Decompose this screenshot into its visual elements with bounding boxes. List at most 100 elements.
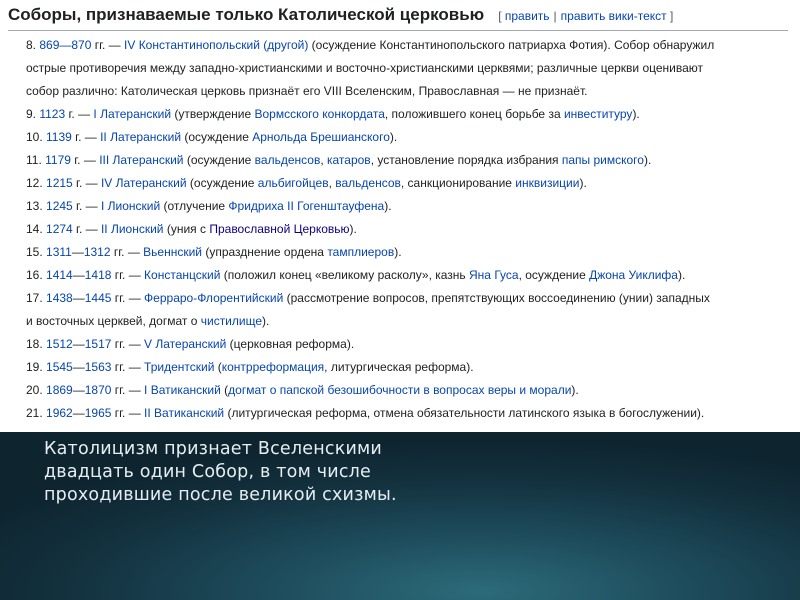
council-link[interactable]: тамплиеров bbox=[327, 245, 394, 259]
council-link[interactable]: 1274 bbox=[46, 222, 73, 236]
council-link[interactable]: инвеституру bbox=[564, 107, 632, 121]
council-line: острые противоречия между западно-христи… bbox=[26, 57, 788, 80]
council-line: 19. 1545—1563 гг. — Тридентский (контрре… bbox=[26, 356, 788, 379]
council-link[interactable]: IV Латеранский bbox=[101, 176, 187, 190]
caption-line-3: проходившие после великой схизмы. bbox=[44, 485, 397, 505]
council-text: гг. — bbox=[111, 406, 145, 420]
council-link[interactable]: 1445 bbox=[85, 291, 112, 305]
council-link[interactable]: III Латеранский bbox=[99, 153, 183, 167]
council-link[interactable]: 1869 bbox=[46, 383, 73, 397]
council-text: (осуждение bbox=[183, 153, 255, 167]
council-link[interactable]: Яна Гуса bbox=[469, 268, 519, 282]
council-text: 17. bbox=[26, 291, 47, 305]
council-link[interactable]: альбигойцев bbox=[258, 176, 329, 190]
council-link[interactable]: Констанцский bbox=[144, 268, 220, 282]
council-link[interactable]: 1965 bbox=[85, 406, 112, 420]
council-link[interactable]: Православной Церковью bbox=[209, 222, 349, 236]
council-text: собор различно: Католическая церковь при… bbox=[26, 84, 588, 98]
council-text: 11. bbox=[26, 153, 46, 167]
council-link[interactable]: 1418 bbox=[85, 268, 112, 282]
council-line: 21. 1962—1965 гг. — II Ватиканский (литу… bbox=[26, 402, 788, 425]
council-line: 16. 1414—1418 гг. — Констанцский (положи… bbox=[26, 264, 788, 287]
section-heading: Соборы, признаваемые только Католической… bbox=[8, 2, 788, 31]
council-link[interactable]: чистилище bbox=[201, 314, 262, 328]
council-line: 13. 1245 г. — I Лионский (отлучение Фрид… bbox=[26, 195, 788, 218]
council-link[interactable]: 1311 bbox=[46, 245, 72, 259]
council-link[interactable]: I Лионский bbox=[101, 199, 160, 213]
council-link[interactable]: инквизиции bbox=[515, 176, 579, 190]
council-text: г. — bbox=[71, 130, 101, 144]
council-item: 19. 1545—1563 гг. — Тридентский (контрре… bbox=[26, 356, 788, 379]
council-link[interactable]: Вьеннский bbox=[143, 245, 202, 259]
council-text: 21. bbox=[26, 406, 47, 420]
council-link[interactable]: 1123 bbox=[39, 107, 65, 121]
council-link[interactable]: догмат о папской безошибочности в вопрос… bbox=[228, 383, 571, 397]
council-line: 15. 1311—1312 гг. — Вьеннский (упразднен… bbox=[26, 241, 788, 264]
council-text: ). bbox=[677, 268, 686, 282]
council-link[interactable]: 1179 bbox=[45, 153, 71, 167]
council-link[interactable]: II Ватиканский bbox=[144, 406, 224, 420]
council-text: 16. bbox=[26, 268, 47, 282]
council-link[interactable]: катаров bbox=[327, 153, 371, 167]
council-text: — bbox=[72, 291, 85, 305]
council-text: , осуждение bbox=[518, 268, 590, 282]
council-link[interactable]: Ферраро-Флорентийский bbox=[144, 291, 283, 305]
council-line: 10. 1139 г. — II Латеранский (осуждение … bbox=[26, 126, 788, 149]
council-link[interactable]: 1414 bbox=[46, 268, 73, 282]
council-text: гг. — bbox=[110, 245, 144, 259]
council-link[interactable]: Джона Уиклифа bbox=[589, 268, 678, 282]
council-line: 12. 1215 г. — IV Латеранский (осуждение … bbox=[26, 172, 788, 195]
council-link[interactable]: контрреформация bbox=[222, 360, 324, 374]
council-text: — bbox=[72, 406, 85, 420]
council-line: 18. 1512—1517 гг. — V Латеранский (церко… bbox=[26, 333, 788, 356]
council-link[interactable]: вальденсов bbox=[335, 176, 401, 190]
council-text: г. — bbox=[72, 199, 101, 213]
council-text: ). bbox=[571, 383, 579, 397]
council-link[interactable]: 1312 bbox=[84, 245, 111, 259]
council-link[interactable]: вальденсов bbox=[255, 153, 321, 167]
council-item: 13. 1245 г. — I Лионский (отлучение Фрид… bbox=[26, 195, 788, 218]
council-link[interactable]: II Латеранский bbox=[100, 130, 181, 144]
council-text: гг. — bbox=[111, 360, 145, 374]
council-text: гг. — bbox=[111, 383, 145, 397]
council-text: и восточных церквей, догмат о bbox=[26, 314, 201, 328]
council-link[interactable]: 1545 bbox=[46, 360, 73, 374]
council-link[interactable]: 1517 bbox=[85, 337, 112, 351]
council-text: г. — bbox=[72, 222, 101, 236]
council-text: , положившего конец борьбе за bbox=[384, 107, 564, 121]
council-link[interactable]: 1563 bbox=[85, 360, 112, 374]
council-link[interactable]: Вормсского конкордата bbox=[255, 107, 385, 121]
council-text: острые противоречия между западно-христи… bbox=[26, 61, 704, 75]
council-text: 19. bbox=[26, 360, 47, 374]
council-link[interactable]: 1139 bbox=[46, 130, 72, 144]
council-link[interactable]: 1512 bbox=[46, 337, 73, 351]
council-link[interactable]: 1215 bbox=[46, 176, 73, 190]
council-link[interactable]: Арнольда Брешианского bbox=[252, 130, 390, 144]
council-text: (осуждение Константинопольского патриарх… bbox=[308, 38, 715, 52]
council-text: 15. bbox=[26, 245, 47, 259]
council-text: — bbox=[72, 360, 85, 374]
edit-link[interactable]: править bbox=[505, 9, 550, 23]
council-text: гг. — bbox=[111, 291, 145, 305]
council-link[interactable]: II Лионский bbox=[101, 222, 164, 236]
council-link[interactable]: I Ватиканский bbox=[144, 383, 221, 397]
council-link[interactable]: IV Константинопольский (другой) bbox=[124, 38, 308, 52]
council-text: (литургическая реформа, отмена обязатель… bbox=[224, 406, 705, 420]
council-link[interactable]: 1962 bbox=[46, 406, 73, 420]
edit-source-link[interactable]: править вики-текст bbox=[561, 9, 667, 23]
council-text: ). bbox=[384, 199, 392, 213]
council-text: гг. — bbox=[91, 38, 125, 52]
council-line: 11. 1179 г. — III Латеранский (осуждение… bbox=[26, 149, 788, 172]
council-link[interactable]: I Латеранский bbox=[93, 107, 171, 121]
council-link[interactable]: V Латеранский bbox=[144, 337, 226, 351]
council-link[interactable]: Фридриха II Гогенштауфена bbox=[228, 199, 384, 213]
council-link[interactable]: 1438 bbox=[46, 291, 73, 305]
council-link[interactable]: 1245 bbox=[46, 199, 73, 213]
council-link[interactable]: папы римского bbox=[562, 153, 644, 167]
council-link[interactable]: 1870 bbox=[85, 383, 112, 397]
slide-caption-panel: Католицизм признает Вселенскими двадцать… bbox=[0, 432, 800, 600]
wiki-screenshot: Соборы, признаваемые только Католической… bbox=[0, 0, 800, 432]
council-link[interactable]: 869—870 bbox=[39, 38, 91, 52]
council-link[interactable]: Тридентский bbox=[144, 360, 214, 374]
council-text: (утверждение bbox=[171, 107, 255, 121]
